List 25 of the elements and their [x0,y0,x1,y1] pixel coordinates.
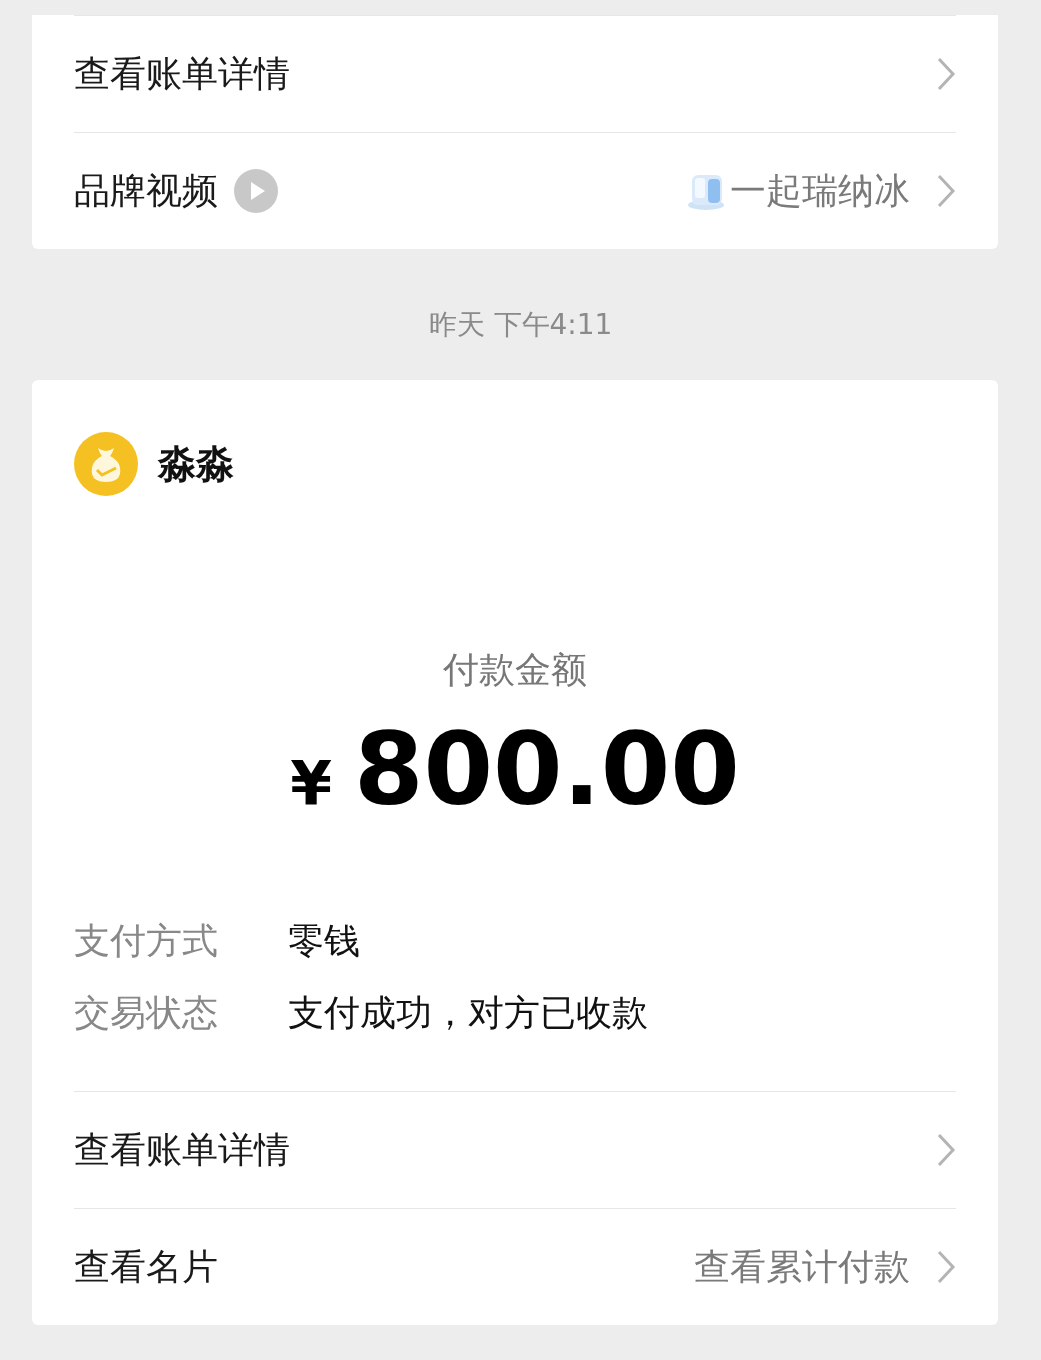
chevron-icon [936,173,956,209]
detail-label: 交易状态 [74,990,219,1035]
currency-symbol: ¥ [290,748,332,818]
row-label: 查看名片 [74,1244,218,1289]
list-row[interactable]: 查看账单详情 [74,1092,956,1208]
list-row[interactable]: 查看账单详情 [74,16,956,132]
row-value: 一起瑞纳冰 [730,168,910,213]
list-row[interactable]: 查看名片 查看累计付款 [74,1209,956,1325]
play-icon[interactable] [234,169,278,213]
merchant-name: 淼淼 [158,440,234,488]
chevron-icon [936,56,956,92]
row-label: 查看账单详情 [74,51,290,96]
amount-label: 付款金额 [442,648,588,692]
amount: 800.00 [353,715,740,825]
chevron-icon [936,1249,956,1285]
row-value: 查看累计付款 [694,1244,910,1289]
chevron-icon [936,1132,956,1168]
money-bag-icon [74,432,138,496]
detail-value: 零钱 [288,918,360,963]
detail-value: 支付成功，对方已收款 [288,990,648,1035]
row-label: 品牌视频 [74,168,218,213]
timestamp: 昨天 下午4:11 [427,307,614,343]
row-label: 查看账单详情 [74,1127,290,1172]
detail-label: 支付方式 [74,918,219,963]
list-row[interactable]: 品牌视频 一起瑞纳冰 [74,133,956,249]
